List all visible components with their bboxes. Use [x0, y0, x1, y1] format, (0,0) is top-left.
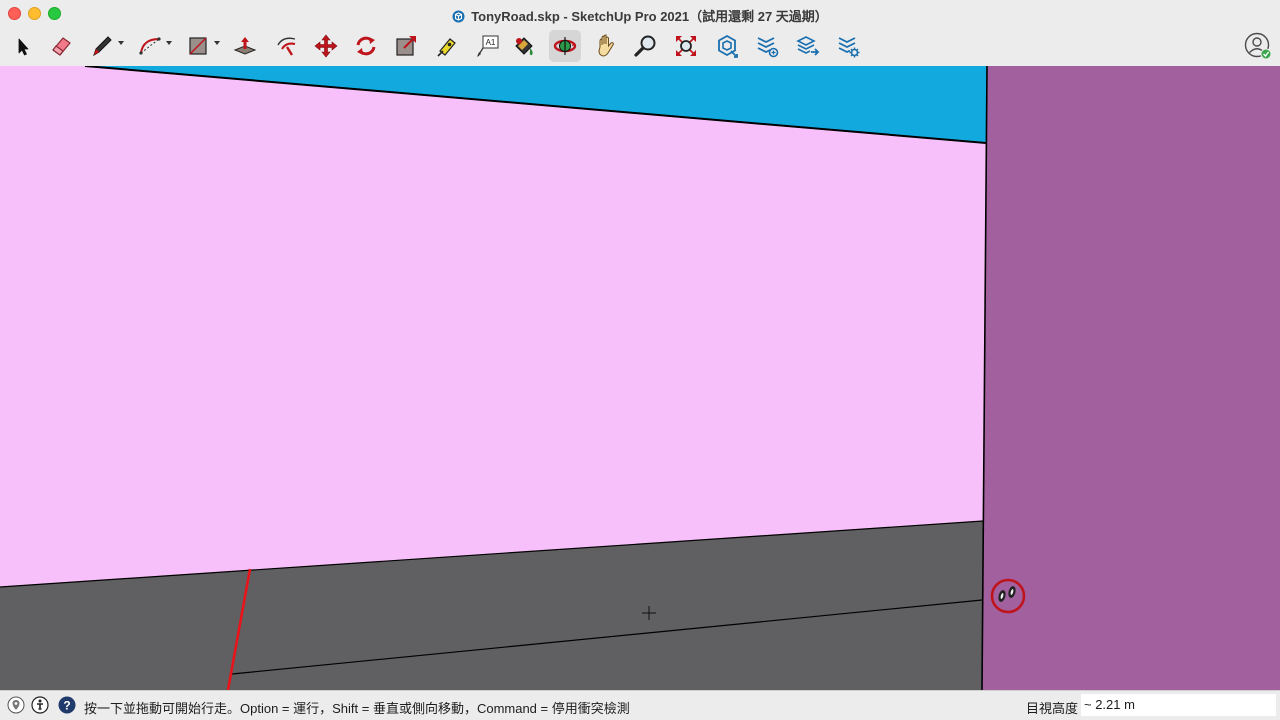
- status-bar: ? 按一下並拖動可開始行走。Option = 運行，Shift = 垂直或側向移…: [0, 690, 1280, 720]
- offset-tool-button[interactable]: [270, 30, 302, 62]
- pan-tool-button[interactable]: [590, 30, 622, 62]
- orbit-tool-button[interactable]: [549, 30, 581, 62]
- move-tool-button[interactable]: [310, 30, 342, 62]
- rotate-icon: [356, 36, 376, 56]
- zoom-tool-button[interactable]: [630, 30, 662, 62]
- line-pencil-icon: [93, 36, 112, 57]
- svg-text:?: ?: [63, 699, 70, 713]
- scale-icon: [396, 36, 416, 56]
- rectangle-tool-button[interactable]: [182, 30, 214, 62]
- paint-bucket-icon: [515, 37, 533, 56]
- help-question-icon[interactable]: ?: [58, 696, 76, 714]
- status-hint-text: 按一下並拖動可開始行走。Option = 運行，Shift = 垂直或側向移動，…: [84, 701, 630, 716]
- front-wall-face[interactable]: [0, 66, 986, 587]
- line-tool-button[interactable]: [86, 30, 118, 62]
- text-icon: A1: [477, 35, 499, 57]
- arc-tool-button[interactable]: [134, 30, 166, 62]
- zoom-extents-tool-button[interactable]: [670, 30, 702, 62]
- rotate-tool-button[interactable]: [350, 30, 382, 62]
- line-dropdown-chevron-down-icon[interactable]: [118, 41, 124, 45]
- zoom-icon: [634, 35, 656, 57]
- 3d-warehouse-button[interactable]: [711, 30, 743, 62]
- layout-send-icon: [796, 36, 820, 56]
- arc-dropdown-chevron-down-icon[interactable]: [166, 41, 172, 45]
- text-tool-button[interactable]: A1: [471, 30, 503, 62]
- credits-info-icon[interactable]: [31, 696, 49, 714]
- measurements-input[interactable]: ~ 2.21 m: [1081, 694, 1276, 716]
- extension-warehouse-button[interactable]: [751, 30, 783, 62]
- extension-manager-button[interactable]: [832, 30, 864, 62]
- eraser-tool-button[interactable]: [45, 30, 77, 62]
- model-scene[interactable]: [0, 66, 1280, 690]
- paint-bucket-tool-button[interactable]: [508, 30, 540, 62]
- scale-tool-button[interactable]: [390, 30, 422, 62]
- main-toolbar: A1: [0, 28, 1280, 66]
- send-to-layout-button[interactable]: [792, 30, 824, 62]
- measurements-label: 目視高度: [1026, 701, 1079, 716]
- push-pull-icon: [233, 37, 257, 55]
- sketchup-file-icon: [452, 10, 465, 23]
- zoom-extents-icon: [676, 36, 696, 56]
- select-icon: [18, 38, 29, 56]
- window-title: TonyRoad.skp - SketchUp Pro 2021（試用還剩 27…: [471, 9, 828, 24]
- tape-measure-icon: [437, 38, 456, 57]
- side-wall-face[interactable]: [982, 66, 1280, 690]
- 3d-warehouse-icon: [718, 34, 738, 58]
- orbit-icon: [553, 37, 577, 55]
- rectangle-dropdown-chevron-down-icon[interactable]: [214, 41, 220, 45]
- geo-location-icon[interactable]: [7, 696, 25, 714]
- window-title-area: TonyRoad.skp - SketchUp Pro 2021（試用還剩 27…: [0, 6, 1280, 25]
- push-pull-tool-button[interactable]: [229, 30, 261, 62]
- tape-measure-tool-button[interactable]: [431, 30, 463, 62]
- offset-icon: [277, 37, 296, 56]
- pan-icon: [598, 34, 615, 57]
- move-icon: [314, 34, 338, 58]
- text-tool-label: A1: [486, 38, 496, 47]
- extension-manager-icon: [838, 37, 860, 58]
- account-profile-button[interactable]: [1243, 31, 1273, 61]
- rectangle-icon: [189, 37, 207, 55]
- user-account-icon: [1244, 32, 1272, 60]
- arc-icon: [139, 37, 161, 55]
- title-bar: TonyRoad.skp - SketchUp Pro 2021（試用還剩 27…: [0, 0, 1280, 28]
- eraser-icon: [52, 37, 71, 56]
- select-tool-button[interactable]: [6, 30, 38, 62]
- 3d-model-viewport[interactable]: [0, 66, 1280, 690]
- extension-warehouse-icon: [757, 37, 779, 58]
